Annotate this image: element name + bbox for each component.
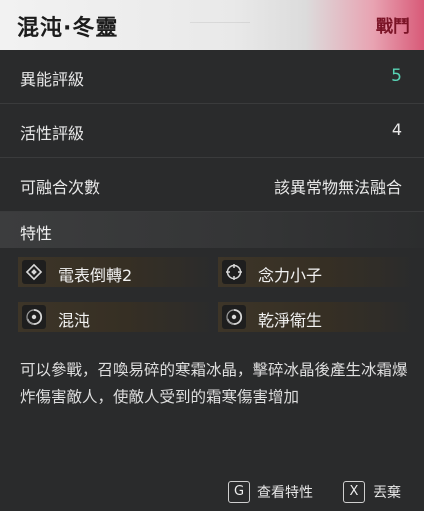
drop-button[interactable]: 丟棄	[373, 482, 401, 502]
stat-value: 5	[391, 66, 402, 86]
crosshair-icon	[222, 260, 246, 284]
view-traits-button[interactable]: 查看特性	[257, 482, 313, 502]
action-bar: G 查看特性 X 丟棄	[0, 470, 424, 511]
stat-label: 異能評級	[20, 70, 85, 89]
title-bar: 混沌·冬靈 戰鬥	[0, 0, 424, 50]
stat-row-activity-grade: 活性評級 4	[0, 104, 424, 158]
drop-key[interactable]: X	[343, 481, 365, 503]
trait-chip-reverse-meter[interactable]: 電表倒轉2	[18, 257, 214, 287]
trait-label: 混沌	[58, 311, 91, 330]
trait-label: 乾淨衛生	[258, 311, 323, 330]
stat-value: 4	[391, 120, 402, 139]
swirl-icon	[222, 305, 246, 329]
traits-title: 特性	[20, 224, 53, 243]
trait-chip-clean-hygiene[interactable]: 乾淨衛生	[218, 302, 414, 332]
trait-label: 電表倒轉2	[58, 266, 133, 285]
stat-label: 可融合次數	[20, 178, 101, 197]
category-tag: 戰鬥	[376, 17, 410, 37]
item-title: 混沌·冬靈	[17, 16, 119, 41]
stat-value: 該異常物無法融合	[273, 178, 402, 197]
swirl-icon	[22, 305, 46, 329]
stat-row-fusion-count: 可融合次數 該異常物無法融合	[0, 158, 424, 212]
traits-section-header: 特性	[0, 212, 424, 248]
view-traits-key[interactable]: G	[228, 481, 250, 503]
trait-chip-chaos[interactable]: 混沌	[18, 302, 214, 332]
title-decoration	[190, 22, 250, 43]
stat-row-ability-grade: 異能評級 5	[0, 50, 424, 104]
diamond-icon	[22, 260, 46, 284]
stat-label: 活性評級	[20, 124, 85, 143]
item-description: 可以參戰，召喚易碎的寒霜冰晶，擊碎冰晶後產生冰霜爆炸傷害敵人，使敵人受到的霜寒傷…	[20, 361, 408, 406]
trait-label: 念力小子	[258, 266, 323, 285]
trait-chip-telekinesis-kid[interactable]: 念力小子	[218, 257, 414, 287]
